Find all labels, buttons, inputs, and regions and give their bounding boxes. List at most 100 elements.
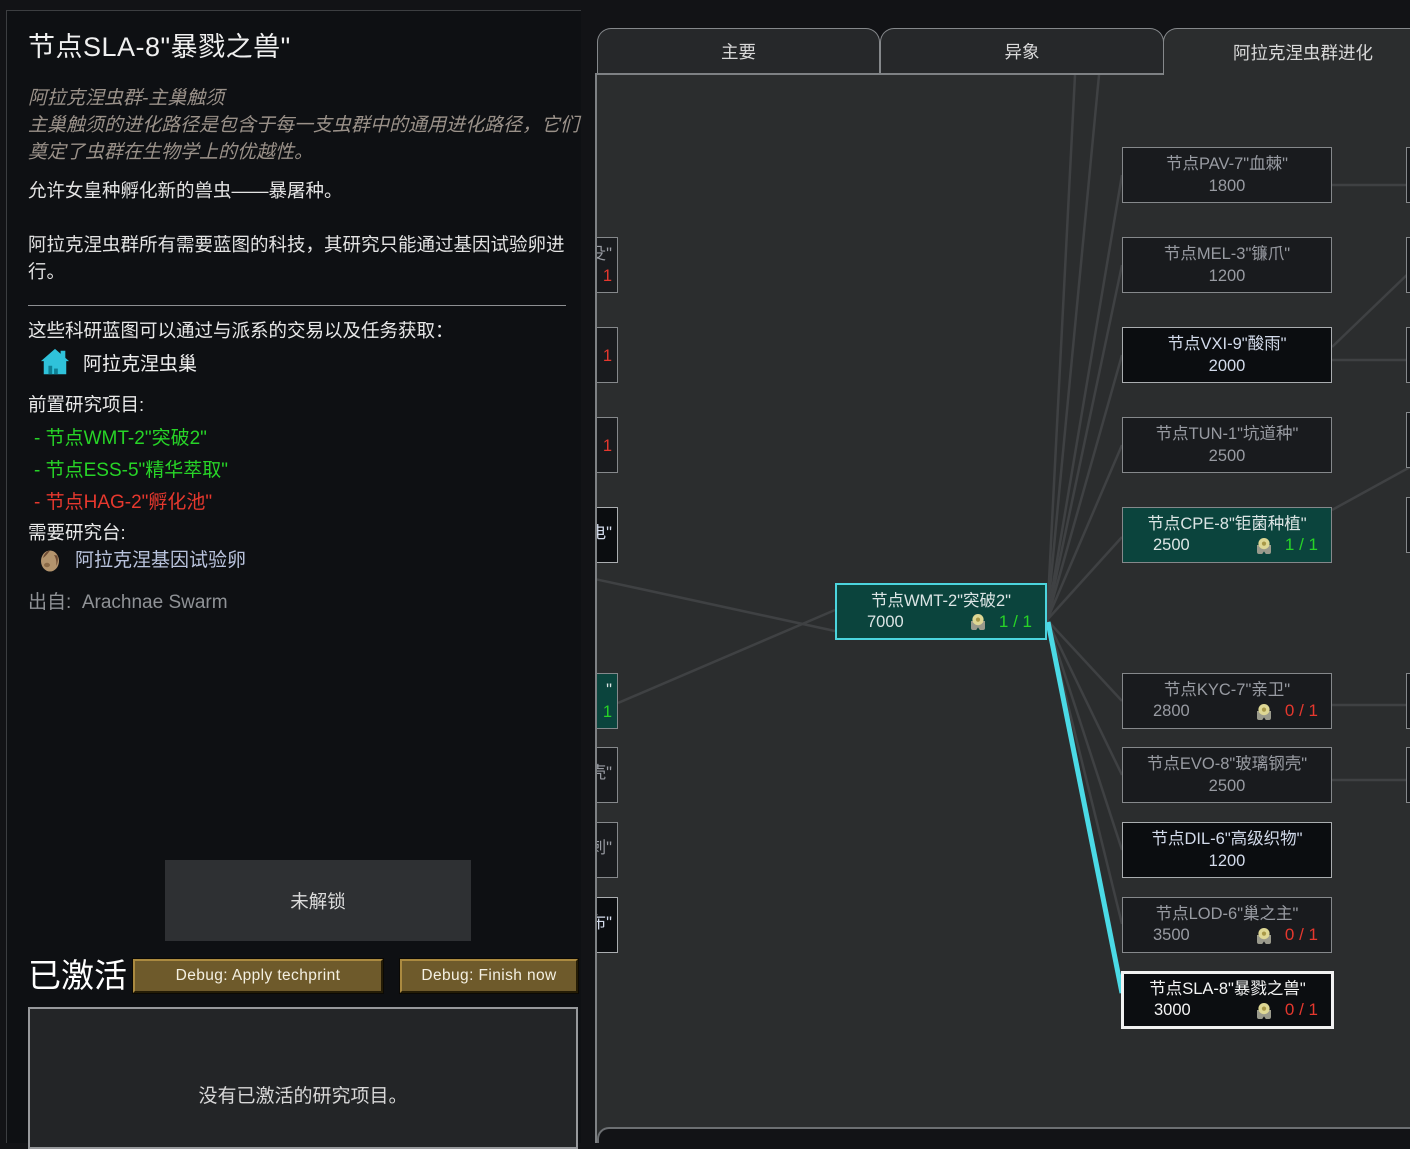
techprint-count: 0 / 1: [1285, 926, 1318, 945]
node-title-fragment: ": [595, 681, 617, 699]
node-title: 节点LOD-6"巢之主": [1123, 905, 1331, 923]
node-cost-row: 1200: [1123, 852, 1331, 870]
research-node-vxi9[interactable]: 节点VXI-9"酸雨"2000: [1122, 327, 1332, 383]
research-node-tun1[interactable]: 节点TUN-1"坑道种" 2500: [1122, 417, 1332, 473]
highlighted-path-line: [1048, 622, 1122, 993]
debug-apply-techprint-button[interactable]: Debug: Apply techprint: [133, 959, 383, 993]
tab-anomaly[interactable]: 异象: [880, 28, 1164, 73]
research-node-partial-right[interactable]: [1406, 497, 1410, 553]
research-detail-panel: 节点SLA-8"暴戮之兽" 阿拉克涅虫群-主巢触须 主巢触须的进化路径是包含于每…: [6, 10, 581, 1143]
node-title: 节点EVO-8"玻璃钢壳": [1123, 755, 1331, 773]
prerequisite-item: - 节点WMT-2"突破2": [34, 423, 207, 450]
research-node-partial-left[interactable]: 1: [595, 327, 618, 383]
research-node-partial-left[interactable]: 壳": [595, 747, 618, 803]
techprint-icon: [1254, 537, 1274, 555]
node-title: 节点MEL-3"镰爪": [1123, 245, 1331, 263]
node-cost-row: 2500: [1123, 447, 1331, 465]
techprint-faction-name: 阿拉克涅虫巢: [83, 349, 197, 376]
research-node-lod6[interactable]: 节点LOD-6"巢之主" 3500 0 / 1: [1122, 897, 1332, 953]
debug-apply-label: Debug: Apply techprint: [176, 967, 341, 985]
selected-research-title: 节点SLA-8"暴戮之兽": [28, 25, 291, 64]
faction-house-icon: [40, 347, 70, 377]
research-note: 阿拉克涅虫群所有需要蓝图的科技，其研究只能通过基因试验卵进行。: [28, 231, 580, 285]
active-projects-empty-text: 没有已激活的研究项目。: [198, 1086, 407, 1107]
node-cost-row: 2500 1 / 1: [1123, 536, 1331, 555]
research-node-kyc7[interactable]: 节点KYC-7"亲卫" 28000 / 1: [1122, 673, 1332, 729]
tab-main-label: 主要: [721, 39, 756, 64]
node-count-fragment: 1: [595, 347, 617, 365]
node-title: 节点DIL-6"高级织物": [1123, 830, 1331, 848]
research-node-dil6[interactable]: 节点DIL-6"高级织物" 1200: [1122, 822, 1332, 878]
mod-source: 出自: Arachnae Swarm: [28, 587, 228, 614]
node-count-fragment: 1: [595, 437, 617, 455]
debug-finish-now-button[interactable]: Debug: Finish now: [400, 959, 578, 993]
node-title: 节点SLA-8"暴戮之兽": [1124, 980, 1331, 998]
node-title: 节点TUN-1"坑道种": [1123, 425, 1331, 443]
node-cost-row: 1800: [1123, 177, 1331, 195]
node-cost: 3000: [1154, 1001, 1191, 1019]
bottom-bar: [597, 1127, 1410, 1143]
unlock-button[interactable]: 未解锁: [165, 860, 471, 941]
techprint-icon: [1254, 927, 1274, 945]
research-node-evo8[interactable]: 节点EVO-8"玻璃钢壳"2500: [1122, 747, 1332, 803]
tab-arachnae-evolution[interactable]: 阿拉克涅虫群进化: [1163, 28, 1410, 75]
techprint-faction-row: 阿拉克涅虫巢: [40, 347, 197, 377]
techprint-icon: [968, 613, 988, 631]
techprint-source-label: 这些科研蓝图可以通过与派系的交易以及任务获取：: [28, 317, 454, 343]
prerequisite-item: - 节点ESS-5"精华萃取": [34, 455, 228, 482]
research-flavor-text: 阿拉克涅虫群-主巢触须 主巢触须的进化路径是包含于每一支虫群中的通用进化路径，它…: [28, 85, 580, 166]
research-node-sla8[interactable]: 节点SLA-8"暴戮之兽" 3000 0 / 1: [1121, 971, 1334, 1029]
research-node-partial-right[interactable]: [1406, 147, 1410, 203]
tab-anomaly-label: 异象: [1005, 39, 1040, 64]
research-node-partial-right[interactable]: [1406, 327, 1410, 383]
node-title: 节点WMT-2"突破2": [837, 592, 1045, 610]
techprint-count: 0 / 1: [1285, 702, 1318, 721]
techprint-count: 1 / 1: [1285, 536, 1318, 555]
node-cost-row: 3500 0 / 1: [1123, 926, 1331, 945]
techprint-count: 0 / 1: [1285, 1001, 1318, 1020]
bench-row: 阿拉克涅基因试验卵: [38, 545, 246, 572]
node-cost: 7000: [867, 613, 904, 631]
prerequisite-item: - 节点HAG-2"孵化池": [34, 487, 212, 514]
node-cost: 3500: [1153, 926, 1190, 944]
node-title: 节点KYC-7"亲卫": [1123, 681, 1331, 699]
research-description: 允许女皇种孵化新的兽虫——暴屠种。: [28, 177, 580, 204]
research-node-wmt2[interactable]: 节点WMT-2"突破2" 70001 / 1: [835, 583, 1047, 640]
divider: [28, 305, 566, 306]
research-node-cpe8[interactable]: 节点CPE-8"钜菌种植" 2500 1 / 1: [1122, 507, 1332, 563]
research-node-mel3[interactable]: 节点MEL-3"镰爪"1200: [1122, 237, 1332, 293]
node-count-fragment: 1: [595, 267, 617, 285]
research-node-partial-right[interactable]: [1406, 237, 1410, 293]
gene-egg-icon: [38, 546, 62, 572]
research-node-partial-left[interactable]: 电": [595, 507, 618, 563]
research-node-partial-right[interactable]: [1406, 747, 1410, 803]
techprint-icon: [1254, 703, 1274, 721]
node-title-fragment: 殳": [595, 245, 617, 263]
prerequisites-label: 前置研究项目:: [28, 391, 144, 417]
research-node-partial-left[interactable]: 布": [595, 897, 618, 953]
research-node-partial-left[interactable]: 刺": [595, 822, 618, 878]
tab-main[interactable]: 主要: [597, 28, 880, 73]
node-cost-row: 3000 0 / 1: [1124, 1001, 1331, 1020]
node-cost-row: 28000 / 1: [1123, 702, 1331, 721]
bench-name: 阿拉克涅基因试验卵: [75, 545, 246, 572]
research-node-pav7[interactable]: 节点PAV-7"血棘" 1800: [1122, 147, 1332, 203]
research-node-partial-left[interactable]: 1: [595, 417, 618, 473]
node-cost: 2500: [1153, 536, 1190, 554]
research-node-partial-right[interactable]: [1406, 412, 1410, 468]
debug-finish-label: Debug: Finish now: [421, 967, 556, 985]
techprint-icon: [1254, 1002, 1274, 1020]
research-node-partial-right[interactable]: [1406, 673, 1410, 729]
node-title: 节点PAV-7"血棘": [1123, 155, 1331, 173]
research-node-partial-left[interactable]: "1: [595, 673, 618, 729]
node-title: 节点CPE-8"钜菌种植": [1123, 515, 1331, 533]
research-node-partial-left[interactable]: 殳" 1: [595, 237, 618, 293]
node-title-fragment: 壳": [595, 764, 617, 782]
node-count-fragment: 1: [595, 703, 617, 721]
research-tree-canvas[interactable]: 节点PAV-7"血棘"1800节点MEL-3"镰爪"1200节点VXI-9"酸雨…: [595, 73, 1410, 1143]
node-cost-row: 70001 / 1: [837, 613, 1045, 632]
active-projects-box: 没有已激活的研究项目。: [28, 1007, 578, 1149]
node-title-fragment: 刺": [595, 839, 617, 857]
node-title-fragment: 布": [595, 914, 617, 932]
node-title: 节点VXI-9"酸雨": [1123, 335, 1331, 353]
